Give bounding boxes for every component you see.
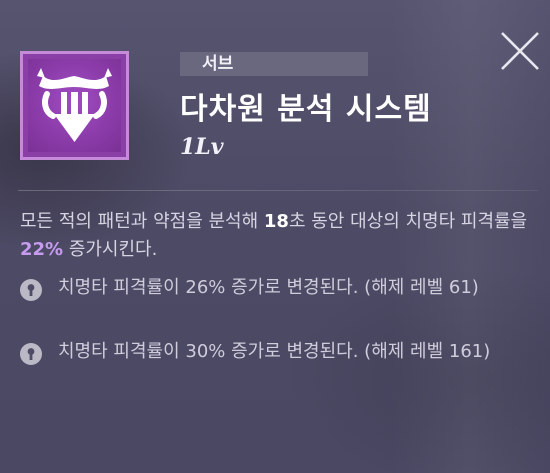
skill-description: 모든 적의 패턴과 약점을 분석해 18초 동안 대상의 치명타 피격률을 22… [20,208,540,264]
description-text: 모든 적의 패턴과 약점을 분석해 [20,211,264,232]
skill-name: 다차원 분석 시스템 [180,92,432,127]
skill-icon [20,51,129,160]
lock-icon [20,343,42,365]
duration-value: 18 [263,211,289,232]
unlock-entry: 치명타 피격률이 26% 증가로 변경된다. (해제 레벨 61) [20,274,540,302]
unlock-entry: 치명타 피격률이 30% 증가로 변경된다. (해제 레벨 161) [20,338,540,366]
unlock-text: 치명타 피격률이 26% 증가로 변경된다. (해제 레벨 61) [58,277,479,298]
lock-icon [20,279,42,301]
description-text: 초 동안 대상의 치명타 피격률을 [288,211,528,232]
effect-value: 22% [20,239,64,260]
skill-level: 1Lv [180,134,224,160]
close-icon [501,32,539,70]
shield-arrow-down-icon [37,68,112,142]
unlock-text: 치명타 피격률이 30% 증가로 변경된다. (해제 레벨 161) [58,341,491,362]
close-button[interactable] [498,30,542,72]
description-text: 증가시킨다. [63,239,158,260]
divider [18,190,538,191]
skill-category-badge: 서브 [180,52,368,76]
